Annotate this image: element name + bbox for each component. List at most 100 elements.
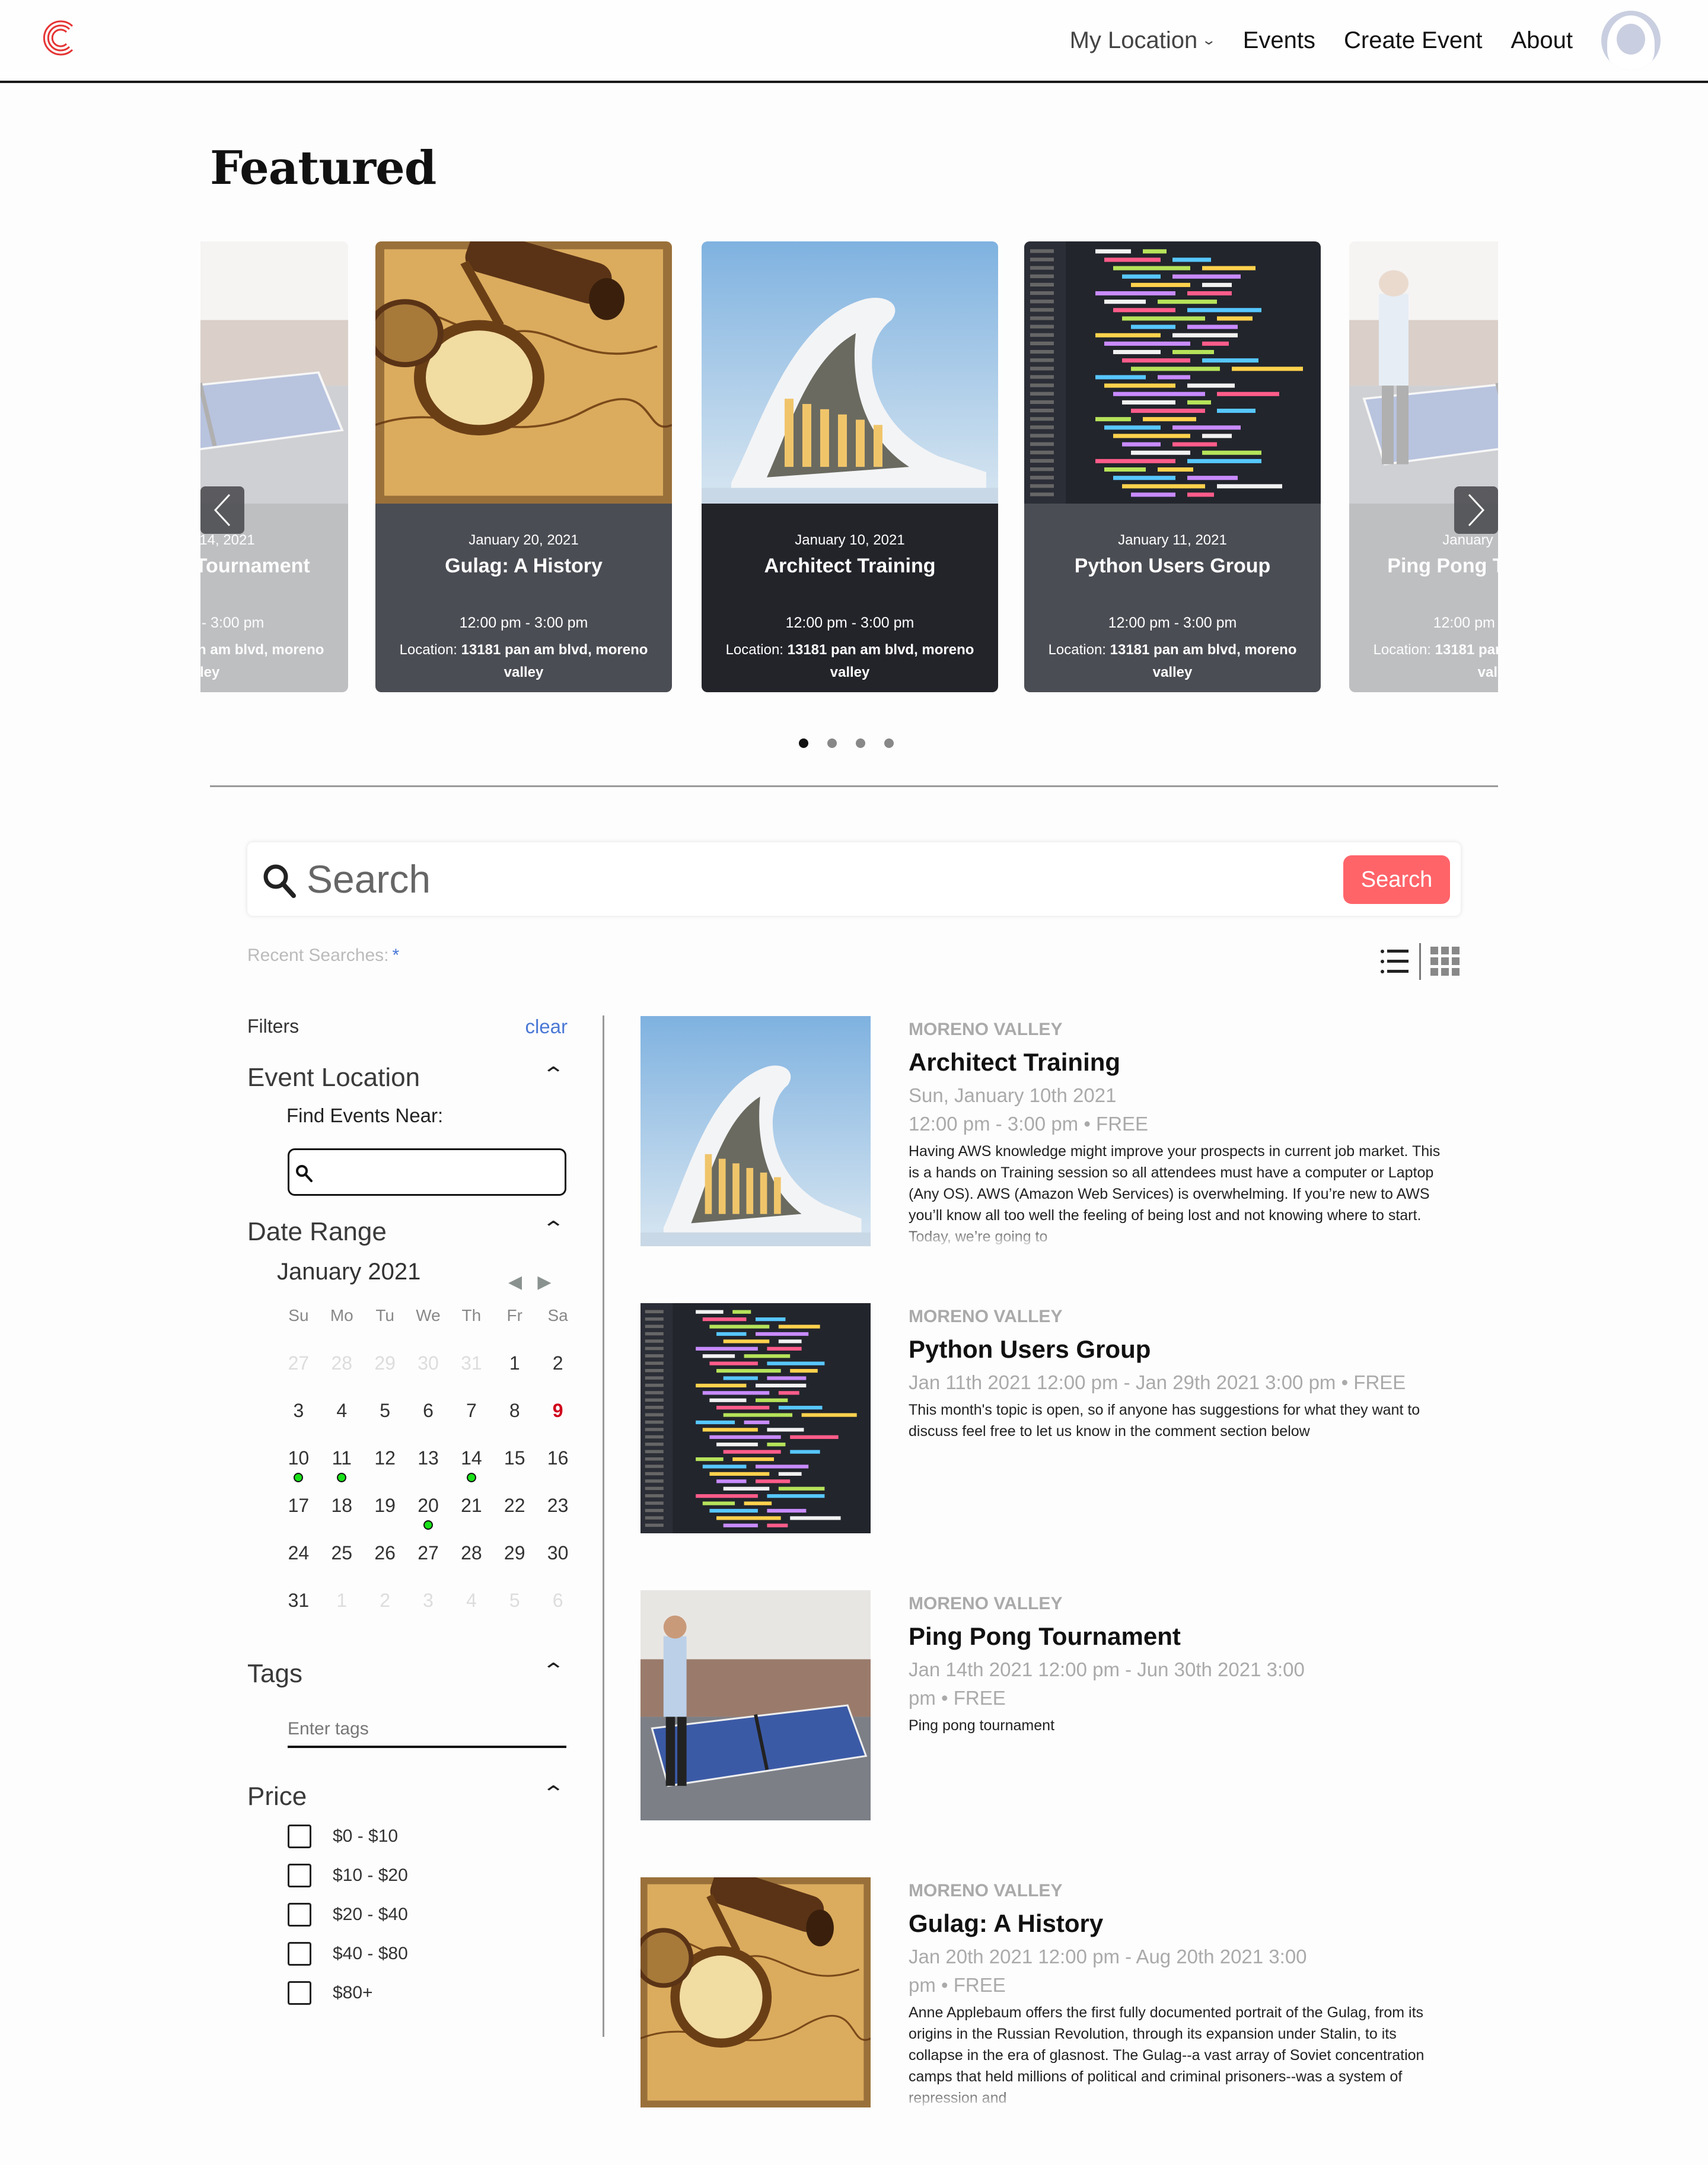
user-avatar-icon[interactable] [1601,11,1661,70]
calendar-day[interactable]: 17 [277,1495,320,1517]
calendar-day[interactable]: 14 [450,1447,493,1482]
calendar-next-icon[interactable]: ▶ [537,1272,551,1292]
featured-card[interactable]: January 14, 2021 Ping Pong Tournament 12:0… [200,241,348,692]
result-title[interactable]: Gulag: A History [909,1909,1454,1938]
featured-card[interactable]: January 10, 2021 Architect Training 12:00 … [702,241,998,692]
date-range-title[interactable]: Date Range [247,1217,568,1247]
result-item[interactable]: MORENO VALLEY Gulag: A History Jan 20th 20… [640,1877,1471,2115]
price-option[interactable]: $0 - $10 [288,1825,398,1848]
calendar-day[interactable]: 2 [536,1352,579,1374]
calendar-day[interactable]: 31 [450,1352,493,1374]
price-checkbox[interactable] [288,1825,311,1848]
price-option[interactable]: $40 - $80 [288,1942,408,1966]
calendar-day[interactable]: 18 [320,1495,364,1517]
featured-card[interactable]: January 20, 2021 Gulag: A History 12:00 pm… [375,241,672,692]
calendar-day[interactable]: 20 [407,1495,450,1530]
chevron-up-icon[interactable]: ⌃ [541,1217,565,1241]
calendar-day[interactable]: 2 [364,1590,407,1612]
calendar-prev-icon[interactable]: ◀ [508,1272,522,1292]
app-logo-icon[interactable] [39,18,79,58]
result-title[interactable]: Architect Training [909,1048,1454,1077]
search-input[interactable] [307,854,1255,904]
calendar-day[interactable]: 4 [450,1590,493,1612]
result-thumbnail[interactable] [640,1590,871,1820]
chevron-up-icon[interactable]: ⌃ [541,1659,565,1683]
result-thumbnail[interactable] [640,1877,871,2107]
price-checkbox[interactable] [288,1942,311,1966]
grid-view-icon[interactable] [1429,945,1461,978]
calendar-day[interactable]: 31 [277,1590,320,1612]
nav-my-location[interactable]: My Location ⌄ [1070,27,1217,54]
calendar-day[interactable]: 26 [364,1542,407,1564]
location-search-field[interactable] [288,1148,566,1196]
result-thumbnail[interactable] [640,1016,871,1246]
calendar-day[interactable]: 3 [277,1400,320,1422]
chevron-up-icon[interactable]: ⌃ [541,1782,565,1806]
calendar-day[interactable]: 19 [364,1495,407,1517]
price-checkbox[interactable] [288,1864,311,1887]
price-checkbox[interactable] [288,1903,311,1927]
featured-card[interactable]: January 14, 2021 Ping Pong Tournament 12:0… [1349,241,1498,692]
calendar-day[interactable]: 5 [493,1590,536,1612]
calendar-day[interactable]: 21 [450,1495,493,1517]
calendar-day[interactable]: 11 [320,1447,364,1482]
carousel-dot[interactable] [827,738,837,748]
chevron-left-icon[interactable] [200,486,244,534]
event-location-title[interactable]: Event Location [247,1063,568,1093]
featured-card[interactable]: January 11, 2021 Python Users Group 12:00 … [1024,241,1321,692]
calendar-day[interactable]: 3 [407,1590,450,1612]
calendar-day[interactable]: 22 [493,1495,536,1517]
list-view-icon[interactable] [1379,945,1411,978]
calendar-day[interactable]: 29 [493,1542,536,1564]
chevron-up-icon[interactable]: ⌃ [541,1063,565,1087]
price-option[interactable]: $20 - $40 [288,1903,408,1927]
location-search-input[interactable] [319,1156,556,1189]
calendar-day[interactable]: 1 [320,1590,364,1612]
result-item[interactable]: MORENO VALLEY Architect Training Sun, Janu… [640,1016,1471,1253]
calendar-day[interactable]: 30 [536,1542,579,1564]
calendar-day[interactable]: 24 [277,1542,320,1564]
calendar-day[interactable]: 9 [536,1400,579,1422]
result-item[interactable]: MORENO VALLEY Ping Pong Tournament Jan 14t… [640,1590,1471,1827]
calendar-day[interactable]: 12 [364,1447,407,1469]
search-button[interactable]: Search [1343,855,1450,904]
calendar-day[interactable]: 25 [320,1542,364,1564]
nav-events[interactable]: Events [1243,27,1315,54]
calendar-day[interactable]: 1 [493,1352,536,1374]
recent-searches-marker[interactable]: * [392,945,399,965]
calendar-day[interactable]: 5 [364,1400,407,1422]
carousel-dot[interactable] [884,738,894,748]
calendar-day[interactable]: 7 [450,1400,493,1422]
calendar-day[interactable]: 28 [320,1352,364,1374]
result-thumbnail[interactable] [640,1303,871,1533]
carousel-dot[interactable] [856,738,865,748]
calendar-day[interactable]: 6 [536,1590,579,1612]
calendar-day[interactable]: 28 [450,1542,493,1564]
clear-filters-link[interactable]: clear [525,1015,568,1038]
result-item[interactable]: MORENO VALLEY Python Users Group Jan 11th … [640,1303,1471,1540]
calendar-day[interactable]: 6 [407,1400,450,1422]
calendar-day[interactable]: 27 [407,1542,450,1564]
chevron-right-icon[interactable] [1454,486,1498,534]
tags-title[interactable]: Tags [247,1659,568,1689]
tags-input[interactable] [288,1712,566,1748]
calendar-day[interactable]: 4 [320,1400,364,1422]
calendar-day[interactable]: 10 [277,1447,320,1482]
carousel-dot[interactable] [799,738,808,748]
result-title[interactable]: Python Users Group [909,1335,1454,1364]
price-title[interactable]: Price [247,1782,568,1811]
calendar-day[interactable]: 30 [407,1352,450,1374]
calendar-day[interactable]: 29 [364,1352,407,1374]
calendar-day[interactable]: 13 [407,1447,450,1469]
calendar-day[interactable]: 15 [493,1447,536,1469]
calendar-day[interactable]: 8 [493,1400,536,1422]
result-title[interactable]: Ping Pong Tournament [909,1622,1454,1651]
price-option[interactable]: $80+ [288,1981,373,2005]
nav-about[interactable]: About [1511,27,1573,54]
price-checkbox[interactable] [288,1981,311,2005]
calendar-day[interactable]: 23 [536,1495,579,1517]
calendar-day[interactable]: 27 [277,1352,320,1374]
price-option[interactable]: $10 - $20 [288,1864,408,1887]
calendar-day[interactable]: 16 [536,1447,579,1469]
nav-create-event[interactable]: Create Event [1344,27,1482,54]
